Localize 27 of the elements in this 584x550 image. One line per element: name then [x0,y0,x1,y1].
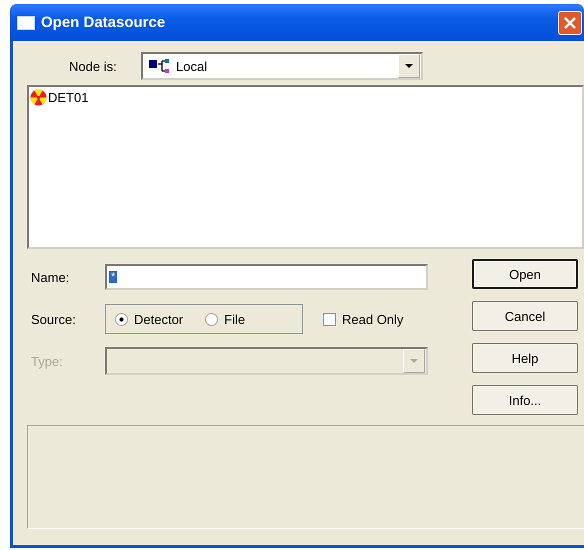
window-title: Open Datasource [41,14,166,31]
radio-button[interactable] [205,312,218,326]
name-field[interactable]: * [105,264,428,290]
dropdown-arrow-button[interactable] [398,54,420,78]
dialog-button[interactable]: Help [472,343,578,373]
close-icon [563,16,577,30]
radio-label[interactable]: Detector [134,312,184,326]
close-button[interactable] [558,10,582,34]
type-label: Type: [31,354,64,368]
name-label: Name: [31,270,70,284]
source-label: Source: [31,312,77,326]
dialog-button[interactable]: Open [472,259,578,289]
type-dropdown[interactable] [105,347,428,375]
list-item[interactable]: DET01 [48,90,88,105]
radiation-icon [30,89,47,106]
dialog-button[interactable]: Cancel [472,301,578,331]
node-label: Node is: [69,58,118,74]
node-value: Local [176,58,208,74]
radio-label[interactable]: File [224,312,246,326]
node-dropdown[interactable]: Local [141,52,423,80]
radio-button[interactable] [115,312,128,326]
network-icon [149,59,171,73]
dialog-button[interactable]: Info... [472,385,578,415]
window-icon [17,16,35,30]
checkbox-label[interactable]: Read Only [342,312,404,326]
datasource-list[interactable]: DET01 [27,85,584,249]
checkbox[interactable] [323,312,336,326]
